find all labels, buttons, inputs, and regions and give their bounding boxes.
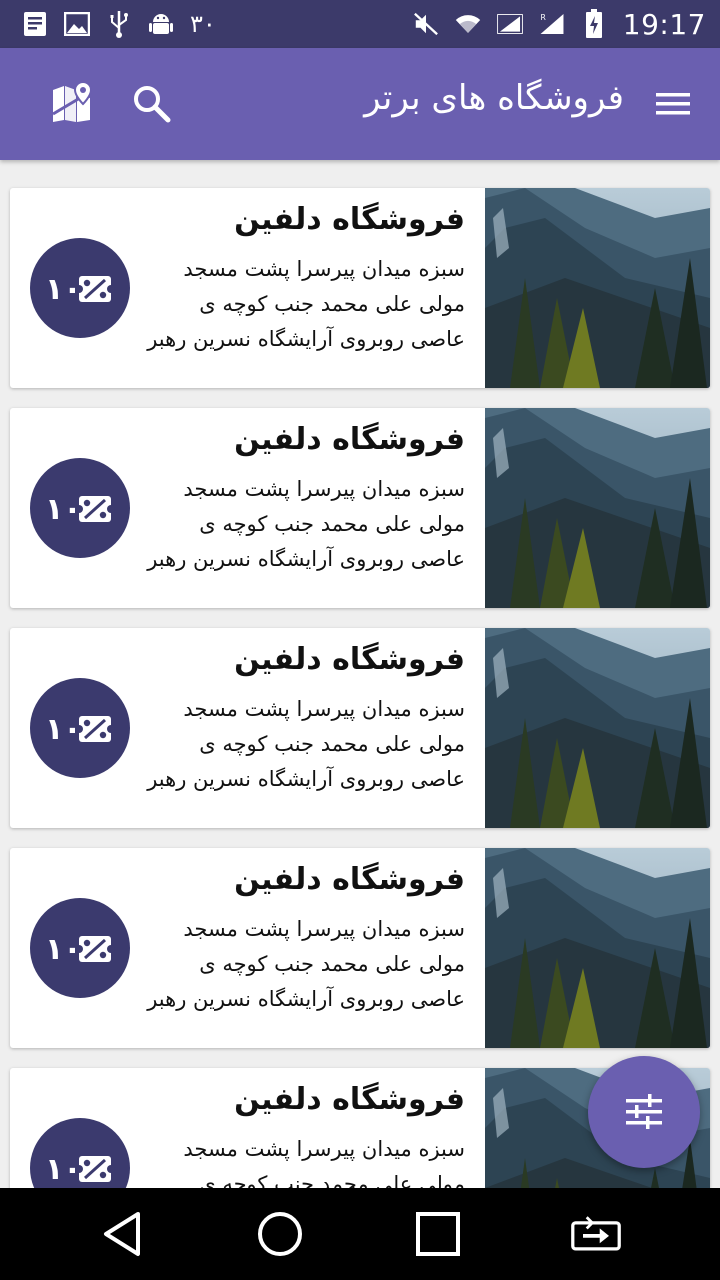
discount-badge[interactable]: ۱۰ [30,458,130,558]
store-address-line: مولی علی محمد جنب کوچه ی [199,1172,465,1188]
store-address-line: عاصی روبروی آرایشگاه نسرین رهبر [147,547,465,571]
screen-rotate-icon [571,1216,621,1251]
store-address-line: سبزه میدان پیرسرا پشت مسجد [183,257,465,281]
notification-count: ۳۰ [190,10,216,38]
image-icon [64,11,90,37]
svg-text:R: R [540,13,546,22]
clock: 19:17 [622,7,706,41]
recents-icon [416,1212,460,1256]
page-title: فروشگاه های برتر [364,78,624,118]
status-bar-system: R 19:17 [413,8,706,41]
discount-badge[interactable]: ۱۰ [30,1118,130,1188]
mute-icon [413,11,439,37]
notes-icon [22,11,48,37]
store-address-line: عاصی روبروی آرایشگاه نسرین رهبر [147,987,465,1011]
discount-badge[interactable]: ۱۰ [30,238,130,338]
store-address-line: سبزه میدان پیرسرا پشت مسجد [183,1137,465,1161]
back-icon [104,1212,140,1256]
map-icon [52,80,93,122]
store-address-line: سبزه میدان پیرسرا پشت مسجد [183,917,465,941]
status-bar: ۳۰ R 19:17 [0,0,720,48]
store-image [485,628,710,828]
store-address-line: عاصی روبروی آرایشگاه نسرین رهبر [147,327,465,351]
store-address: سبزه میدان پیرسرا پشت مسجد مولی علی محمد … [145,252,465,357]
discount-percent-icon: ۱۰ [45,932,115,967]
battery-charging-icon [581,9,607,38]
discount-percent-icon: ۱۰ [45,712,115,747]
recents-button[interactable] [412,1208,464,1260]
usb-icon [106,11,132,38]
search-button[interactable] [130,82,174,126]
home-button[interactable] [254,1208,306,1260]
map-button[interactable] [50,80,94,124]
store-address: سبزه میدان پیرسرا پشت مسجد مولی علی محمد … [145,692,465,797]
store-name: فروشگاه دلفین [234,1082,465,1117]
store-address-line: مولی علی محمد جنب کوچه ی [199,952,465,976]
signal-roaming-icon: R [539,11,565,37]
store-address-line: سبزه میدان پیرسرا پشت مسجد [183,697,465,721]
home-icon [258,1212,302,1256]
store-name: فروشگاه دلفین [234,202,465,237]
store-address-line: سبزه میدان پیرسرا پشت مسجد [183,477,465,501]
search-icon [134,86,171,123]
store-name: فروشگاه دلفین [234,642,465,677]
store-image [485,188,710,388]
discount-badge[interactable]: ۱۰ [30,898,130,998]
store-image [485,408,710,608]
store-list[interactable]: فروشگاه دلفین سبزه میدان پیرسرا پشت مسجد م… [0,160,720,1188]
store-address-line: مولی علی محمد جنب کوچه ی [199,292,465,316]
store-card[interactable]: فروشگاه دلفین سبزه میدان پیرسرا پشت مسجد م… [10,188,710,388]
filter-fab-button[interactable] [588,1056,700,1168]
discount-percent-icon: ۱۰ [45,492,115,527]
signal-icon [496,11,523,37]
filter-sliders-icon [626,1094,662,1129]
discount-percent-icon: ۱۰ [45,272,115,307]
screen-rotate-button[interactable] [570,1208,622,1260]
store-address: سبزه میدان پیرسرا پشت مسجد مولی علی محمد … [145,472,465,577]
discount-percent-icon: ۱۰ [45,1152,115,1187]
store-name: فروشگاه دلفین [234,862,465,897]
store-image [485,848,710,1048]
store-card[interactable]: فروشگاه دلفین سبزه میدان پیرسرا پشت مسجد م… [10,628,710,828]
menu-icon [656,93,690,115]
store-address-line: عاصی روبروی آرایشگاه نسرین رهبر [147,767,465,791]
store-name: فروشگاه دلفین [234,422,465,457]
back-button[interactable] [96,1208,148,1260]
wifi-icon [455,11,481,37]
store-address: سبزه میدان پیرسرا پشت مسجد مولی علی محمد … [145,1132,465,1188]
store-card[interactable]: فروشگاه دلفین سبزه میدان پیرسرا پشت مسجد م… [10,408,710,608]
store-address-line: مولی علی محمد جنب کوچه ی [199,512,465,536]
discount-badge[interactable]: ۱۰ [30,678,130,778]
app-bar: فروشگاه های برتر [0,48,720,160]
system-nav-bar [0,1188,720,1280]
android-icon [148,11,174,37]
store-address-line: مولی علی محمد جنب کوچه ی [199,732,465,756]
status-bar-notifications: ۳۰ [22,10,216,38]
store-card[interactable]: فروشگاه دلفین سبزه میدان پیرسرا پشت مسجد م… [10,848,710,1048]
store-address: سبزه میدان پیرسرا پشت مسجد مولی علی محمد … [145,912,465,1017]
menu-button[interactable] [654,88,692,120]
